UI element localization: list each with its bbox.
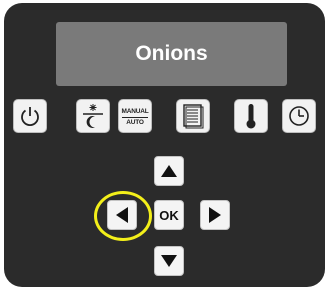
ok-label: OK: [159, 207, 179, 223]
list-button[interactable]: [176, 99, 210, 133]
clock-icon: [289, 106, 309, 126]
control-panel: Onions MANUAL AUTO OK: [4, 3, 325, 287]
manual-auto-divider: [122, 116, 148, 118]
down-button[interactable]: [154, 246, 184, 276]
arrow-right-icon: [209, 207, 221, 223]
manual-auto-button[interactable]: MANUAL AUTO: [118, 99, 152, 133]
arrow-up-icon: [161, 165, 177, 177]
right-button[interactable]: [200, 200, 230, 230]
sun-moon-icon: [83, 104, 103, 128]
arrow-down-icon: [161, 255, 177, 267]
manual-label: MANUAL: [121, 107, 149, 115]
document-list-icon: [183, 104, 204, 129]
ok-button[interactable]: OK: [154, 200, 184, 230]
clock-button[interactable]: [282, 99, 316, 133]
temperature-button[interactable]: [234, 99, 268, 133]
thermometer-icon: [246, 104, 256, 129]
highlight-circle: [94, 191, 152, 241]
lcd-display: Onions: [56, 22, 287, 86]
display-text: Onions: [135, 42, 208, 65]
day-night-button[interactable]: [76, 99, 110, 133]
power-icon: [21, 107, 39, 127]
auto-label: AUTO: [126, 118, 144, 126]
power-button[interactable]: [13, 99, 47, 133]
up-button[interactable]: [154, 156, 184, 186]
